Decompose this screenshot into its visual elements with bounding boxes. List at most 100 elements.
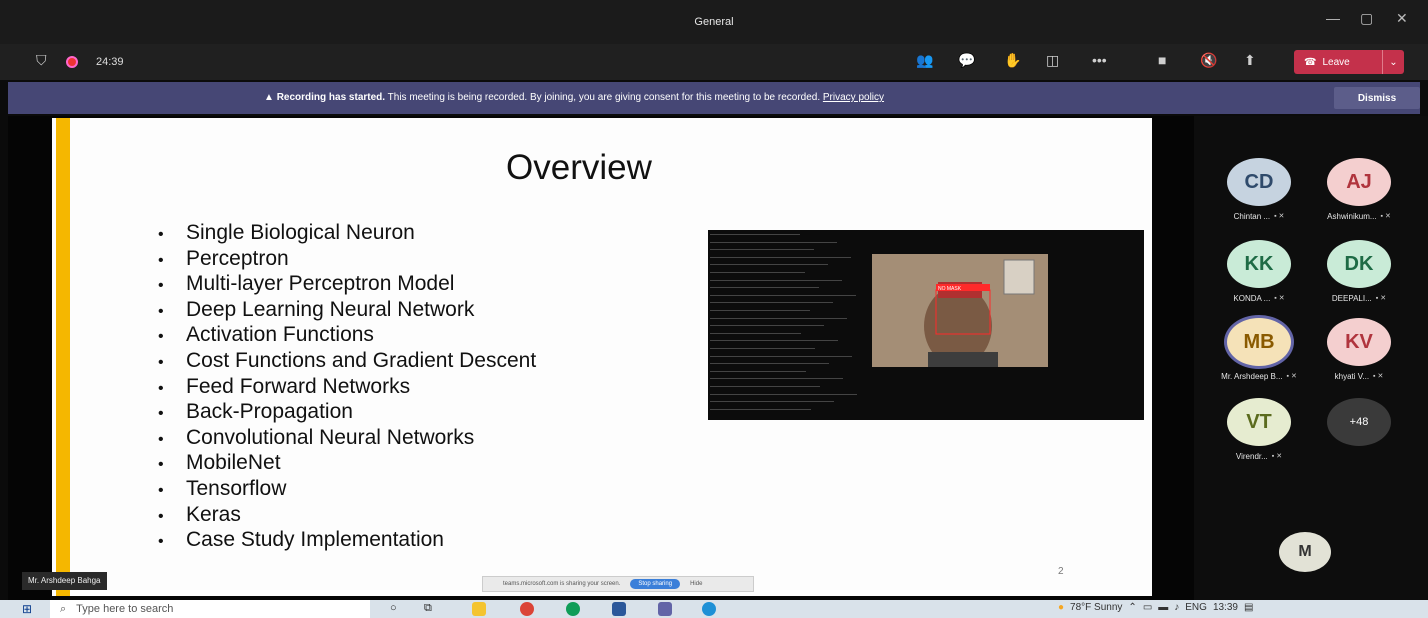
weather-icon: ●: [1058, 602, 1065, 613]
mic-muted-icon: ▪ ✕: [1274, 295, 1285, 302]
slide-bullet: • Keras: [158, 502, 536, 528]
participant-name: Mr. Arshdeep B...: [1221, 372, 1283, 381]
weather-text: 78°F Sunny: [1070, 602, 1123, 613]
bullet-icon: •: [158, 328, 164, 346]
bullet-text: Deep Learning Neural Network: [186, 297, 475, 321]
warning-icon: ▲: [264, 92, 277, 103]
banner-text: This meeting is being recorded. By joini…: [385, 92, 823, 103]
participant-tile[interactable]: MB Mr. Arshdeep B... ▪ ✕: [1216, 318, 1302, 381]
sharing-text: teams.microsoft.com is sharing your scre…: [503, 581, 621, 587]
meeting-controls: ⛉ 24:39 👥 💬 ✋ ◫ ••• ■ 🔇 ⬆ ☎ Leave ⌄: [0, 44, 1428, 80]
participant-name: DEEPALI...: [1331, 294, 1372, 303]
close-icon[interactable]: ✕: [1396, 10, 1408, 27]
slide-bullet: • Feed Forward Networks: [158, 374, 536, 400]
search-placeholder: Type here to search: [76, 603, 174, 615]
chevron-up-icon[interactable]: ⌃: [1128, 602, 1136, 613]
hide-button[interactable]: Hide: [690, 581, 702, 587]
bullet-text: Keras: [186, 502, 241, 526]
windows-taskbar: ⊞ ⌕ Type here to search ○ ⧉ ● 78°F Sunny…: [0, 600, 1428, 618]
privacy-policy-link[interactable]: Privacy policy: [823, 92, 884, 103]
terminal-line: [710, 294, 856, 296]
bullet-icon: •: [158, 456, 164, 474]
slide-bullet: • Multi-layer Perceptron Model: [158, 271, 536, 297]
terminal-line: [710, 408, 811, 410]
slide-bullet: • Tensorflow: [158, 476, 536, 502]
task-view-icon[interactable]: ⧉: [424, 602, 432, 615]
participant-tile[interactable]: DK DEEPALI... ▪ ✕: [1316, 240, 1402, 303]
file-explorer-icon[interactable]: [472, 602, 486, 616]
terminal-line: [710, 241, 837, 243]
bullet-text: Back-Propagation: [186, 400, 353, 424]
mask-label: NO MASK: [938, 286, 962, 292]
banner-message: ▲ Recording has started. This meeting is…: [264, 92, 884, 103]
cortana-icon[interactable]: ○: [390, 602, 397, 614]
bullet-icon: •: [158, 226, 164, 243]
slide-bullet: • Deep Learning Neural Network: [158, 297, 536, 323]
mic-muted-icon[interactable]: 🔇: [1200, 52, 1217, 69]
windows-start-icon[interactable]: ⊞: [22, 602, 32, 616]
terminal-line: [710, 340, 838, 342]
avatar: AJ: [1327, 158, 1391, 206]
participant-name: Ashwinikum...: [1327, 212, 1377, 221]
terminal-line: [710, 234, 800, 235]
avatar: M: [1279, 532, 1331, 572]
minimize-icon[interactable]: —: [1326, 10, 1340, 26]
mic-muted-icon: ▪ ✕: [1271, 453, 1283, 460]
window-title: General: [694, 16, 734, 28]
more-icon[interactable]: •••: [1092, 52, 1107, 68]
leave-button[interactable]: ☎ Leave ⌄: [1294, 50, 1404, 74]
participant-tile[interactable]: CD Chintan ... ▪ ✕: [1216, 158, 1302, 221]
participant-name: khyati V...: [1334, 372, 1370, 381]
self-video-tile[interactable]: M: [1270, 532, 1340, 572]
volume-icon[interactable]: ♪: [1174, 602, 1179, 613]
avatar: VT: [1227, 398, 1291, 446]
battery-icon[interactable]: ▬: [1158, 602, 1168, 613]
word-icon[interactable]: [612, 602, 626, 616]
participant-tile[interactable]: KK KONDA ... ▪ ✕: [1216, 240, 1302, 303]
slide-accent-bar: [56, 118, 70, 596]
terminal-line: [710, 378, 843, 380]
participant-tile[interactable]: AJ Ashwinikum... ▪ ✕: [1316, 158, 1402, 221]
mic-muted-icon: ▪ ✕: [1373, 373, 1384, 380]
dismiss-button[interactable]: Dismiss: [1334, 87, 1420, 109]
bullet-icon: •: [158, 277, 164, 295]
title-bar: General — ▢ ✕: [0, 0, 1428, 44]
slide-bullet: • Back-Propagation: [158, 399, 536, 425]
participant-tile[interactable]: +48: [1316, 398, 1402, 446]
participant-name: Chintan ...: [1233, 212, 1271, 221]
participant-tile[interactable]: KV khyati V... ▪ ✕: [1316, 318, 1402, 381]
avatar: CD: [1227, 158, 1291, 206]
slide-number: 2: [1058, 566, 1064, 577]
phone-icon: ☎: [1304, 56, 1317, 68]
avatar: +48: [1327, 398, 1391, 446]
bullet-text: Perceptron: [186, 246, 289, 270]
participant-tile[interactable]: VT Virendr... ▪ ✕: [1216, 398, 1302, 461]
rooms-icon[interactable]: ◫: [1046, 52, 1059, 69]
slide-title: Overview: [506, 148, 652, 187]
bullet-icon: •: [158, 251, 164, 269]
mic-muted-icon: ▪ ✕: [1274, 213, 1285, 220]
stop-sharing-button[interactable]: Stop sharing: [630, 579, 681, 589]
taskbar-search[interactable]: ⌕ Type here to search: [50, 600, 370, 618]
chrome-profile-icon[interactable]: [566, 602, 580, 616]
banner-bold: Recording has started.: [276, 92, 386, 103]
reactions-icon[interactable]: ✋: [1004, 52, 1021, 69]
bullet-icon: •: [158, 507, 164, 525]
bullet-text: Feed Forward Networks: [186, 374, 411, 398]
maximize-icon[interactable]: ▢: [1360, 10, 1373, 27]
terminal-line: [710, 249, 814, 251]
chrome-icon[interactable]: [520, 602, 534, 616]
chat-icon[interactable]: 💬: [958, 52, 975, 69]
chevron-down-icon[interactable]: ⌄: [1382, 50, 1404, 74]
notifications-icon[interactable]: ▤: [1244, 602, 1253, 613]
lang-indicator[interactable]: ENG: [1185, 602, 1207, 613]
clock[interactable]: 13:39: [1213, 602, 1238, 613]
network-icon[interactable]: ▭: [1143, 602, 1152, 613]
terminal-line: [710, 348, 815, 349]
camera-off-icon[interactable]: ■: [1158, 52, 1166, 68]
webcam-frame: NO MASK: [872, 254, 1048, 367]
share-icon[interactable]: ⬆: [1244, 52, 1256, 69]
browser-icon[interactable]: [702, 602, 716, 616]
teams-icon[interactable]: [658, 602, 672, 616]
people-icon[interactable]: 👥: [916, 52, 933, 69]
